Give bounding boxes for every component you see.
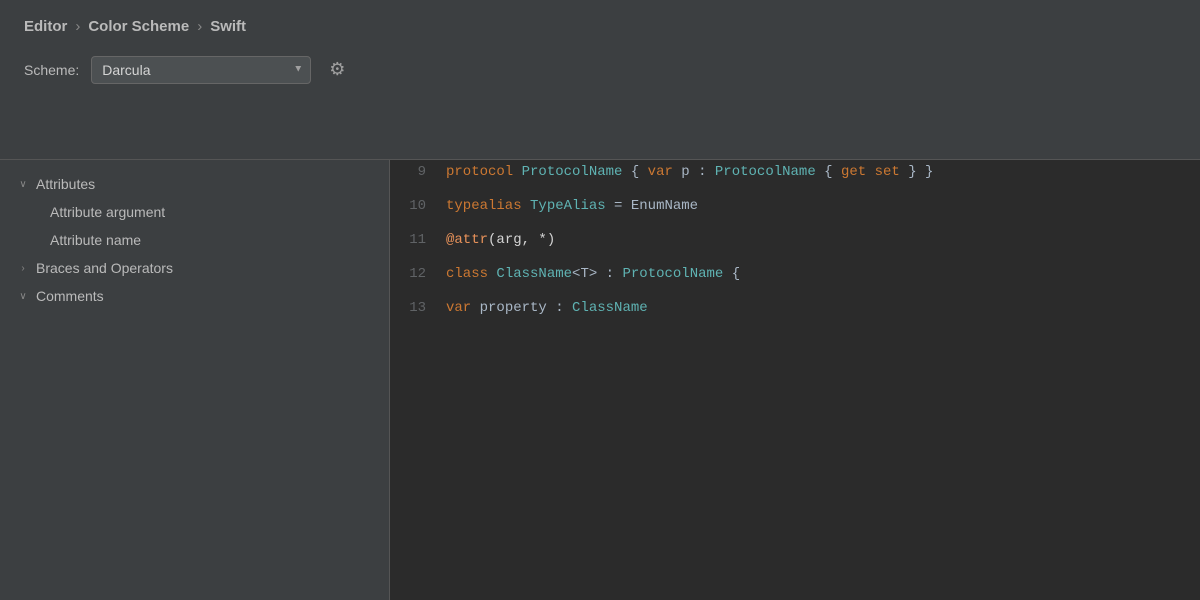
scheme-dropdown[interactable]: Darcula IntelliJ Light Monokai GitHub	[91, 56, 311, 84]
line-number: 10	[390, 198, 442, 214]
gear-button[interactable]: ⚙	[323, 55, 351, 84]
code-line: 13 var property : ClassName	[390, 296, 1200, 330]
line-content: typealias TypeAlias = EnumName	[442, 198, 698, 214]
code-token	[513, 164, 521, 180]
code-token: typealias	[446, 198, 522, 214]
code-token: EnumName	[631, 198, 698, 214]
code-token: <T>	[572, 266, 597, 282]
code-token: {	[622, 164, 647, 180]
left-panel: ∨ Attributes Attribute argument Attribute n…	[0, 160, 390, 600]
line-number: 13	[390, 300, 442, 316]
code-token: =	[606, 198, 631, 214]
code-token: {	[816, 164, 841, 180]
tree-label-attribute-argument: Attribute argument	[50, 204, 165, 220]
line-number: 12	[390, 266, 442, 282]
line-content: class ClassName<T> : ProtocolName {	[442, 266, 740, 282]
code-token: set	[875, 164, 900, 180]
code-token: } }	[900, 164, 934, 180]
scheme-row: Scheme: Darcula IntelliJ Light Monokai G…	[24, 49, 1176, 90]
code-token: (arg, *)	[488, 232, 555, 248]
tree-item-braces-operators[interactable]: › Braces and Operators	[0, 254, 389, 282]
code-token: property :	[471, 300, 572, 316]
tree-label-braces-operators: Braces and Operators	[36, 260, 173, 276]
right-panel: 9protocol ProtocolName { var p : Protoco…	[390, 160, 1200, 600]
breadcrumb-sep-1: ›	[75, 18, 80, 35]
chevron-icon-attributes: ∨	[16, 179, 30, 190]
code-line: 12class ClassName<T> : ProtocolName {	[390, 262, 1200, 296]
line-content: protocol ProtocolName { var p : Protocol…	[442, 164, 933, 180]
top-panel: Editor › Color Scheme › Swift Scheme: Da…	[0, 0, 1200, 160]
line-number: 9	[390, 164, 442, 180]
code-token: TypeAlias	[530, 198, 606, 214]
tree-label-attributes: Attributes	[36, 176, 95, 192]
tree-label-attribute-name: Attribute name	[50, 232, 141, 248]
code-token: :	[597, 266, 622, 282]
code-line: 10typealias TypeAlias = EnumName	[390, 194, 1200, 228]
code-token: {	[723, 266, 740, 282]
code-token	[866, 164, 874, 180]
tree-label-comments: Comments	[36, 288, 104, 304]
code-token: ClassName	[496, 266, 572, 282]
code-token: var	[446, 300, 471, 316]
code-token: @attr	[446, 232, 488, 248]
code-token: ProtocolName	[715, 164, 816, 180]
tree-item-attributes[interactable]: ∨ Attributes	[0, 170, 389, 198]
breadcrumb-color-scheme[interactable]: Color Scheme	[88, 18, 189, 35]
chevron-icon-comments: ∨	[16, 291, 30, 302]
code-line: 9protocol ProtocolName { var p : Protoco…	[390, 160, 1200, 194]
code-token: ProtocolName	[522, 164, 623, 180]
code-token: get	[841, 164, 866, 180]
breadcrumb-sep-2: ›	[197, 18, 202, 35]
line-content: @attr(arg, *)	[442, 232, 555, 248]
code-line: 11@attr(arg, *)	[390, 228, 1200, 262]
code-token	[522, 198, 530, 214]
breadcrumb-editor[interactable]: Editor	[24, 18, 67, 35]
code-token: p :	[673, 164, 715, 180]
line-content: var property : ClassName	[442, 300, 648, 316]
code-token: class	[446, 266, 488, 282]
line-number: 11	[390, 232, 442, 248]
scheme-select-wrapper: Darcula IntelliJ Light Monokai GitHub	[91, 56, 311, 84]
tree-item-attribute-name[interactable]: Attribute name	[0, 226, 389, 254]
main-layout: ∨ Attributes Attribute argument Attribute n…	[0, 160, 1200, 600]
chevron-icon-braces-operators: ›	[16, 263, 30, 274]
tree-item-attribute-argument[interactable]: Attribute argument	[0, 198, 389, 226]
code-token: ProtocolName	[622, 266, 723, 282]
code-token: ClassName	[572, 300, 648, 316]
breadcrumb: Editor › Color Scheme › Swift	[24, 0, 1176, 49]
breadcrumb-swift[interactable]: Swift	[210, 18, 246, 35]
scheme-label: Scheme:	[24, 62, 79, 78]
tree-item-comments[interactable]: ∨ Comments	[0, 282, 389, 310]
code-token: var	[648, 164, 673, 180]
code-token: protocol	[446, 164, 513, 180]
code-area: 9protocol ProtocolName { var p : Protoco…	[390, 160, 1200, 600]
